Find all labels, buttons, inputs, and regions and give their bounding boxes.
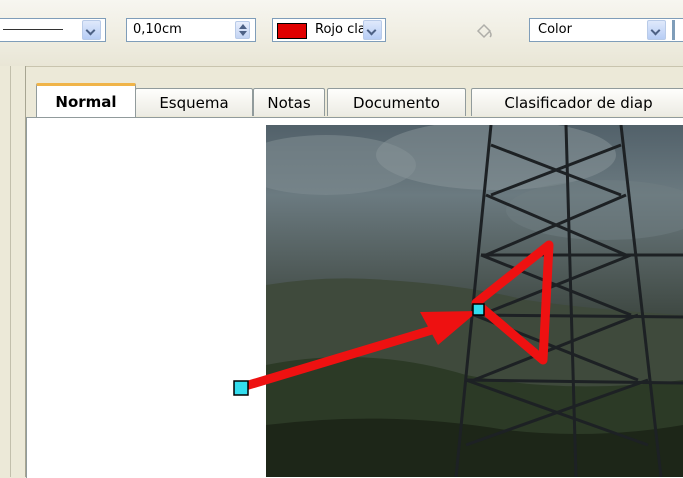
arrow-overlay (233, 303, 485, 396)
red-arrow-shape[interactable] (240, 325, 434, 392)
tab-normal[interactable]: Normal (36, 83, 136, 117)
start-handle[interactable] (233, 380, 249, 396)
end-handle[interactable] (472, 303, 485, 316)
